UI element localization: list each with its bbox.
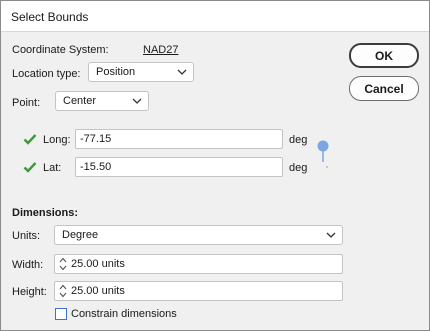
long-value: -77.15 xyxy=(80,133,112,145)
width-label: Width: xyxy=(12,259,44,271)
select-bounds-dialog: Select Bounds Coordinate System: NAD27 L… xyxy=(0,0,430,331)
ok-button-label: OK xyxy=(375,49,393,63)
height-label: Height: xyxy=(12,286,47,298)
long-label: Long: xyxy=(43,134,71,146)
coordinate-system-label: Coordinate System: xyxy=(12,44,109,56)
long-input[interactable]: -77.15 xyxy=(75,129,283,149)
lat-value: -15.50 xyxy=(80,161,112,173)
check-icon xyxy=(23,134,37,145)
dialog-title: Select Bounds xyxy=(11,10,89,24)
point-label: Point: xyxy=(12,97,41,109)
height-value: 25.00 units xyxy=(71,285,125,297)
lat-label: Lat: xyxy=(43,162,62,174)
location-type-value: Position xyxy=(96,66,136,78)
location-type-label: Location type: xyxy=(12,68,81,80)
width-spinbox[interactable]: 25.00 units xyxy=(54,254,343,274)
height-spinbox[interactable]: 25.00 units xyxy=(54,281,343,301)
chevron-down-icon xyxy=(326,232,336,238)
units-value: Degree xyxy=(62,229,99,241)
check-icon xyxy=(23,162,37,173)
point-value: Center xyxy=(63,95,97,107)
width-value: 25.00 units xyxy=(71,258,125,270)
lat-unit: deg xyxy=(289,162,308,174)
constrain-dimensions-checkbox[interactable] xyxy=(55,308,67,320)
title-bar: Select Bounds xyxy=(1,1,429,32)
long-unit: deg xyxy=(289,134,308,146)
chevron-down-icon xyxy=(132,98,142,104)
chevron-down-icon xyxy=(177,69,187,75)
dimensions-heading: Dimensions: xyxy=(12,207,79,219)
lat-input[interactable]: -15.50 xyxy=(75,157,283,177)
cancel-button[interactable]: Cancel xyxy=(349,76,419,101)
point-dropdown[interactable]: Center xyxy=(55,91,149,111)
constrain-dimensions-label[interactable]: Constrain dimensions xyxy=(71,308,177,320)
map-pin-icon[interactable] xyxy=(316,140,330,170)
units-label: Units: xyxy=(12,230,41,242)
spin-arrows-icon[interactable] xyxy=(58,283,68,299)
ok-button[interactable]: OK xyxy=(349,43,419,68)
spin-arrows-icon[interactable] xyxy=(58,256,68,272)
location-type-dropdown[interactable]: Position xyxy=(88,62,194,82)
cancel-button-label: Cancel xyxy=(364,82,404,96)
coordinate-system-link[interactable]: NAD27 xyxy=(143,44,178,56)
units-dropdown[interactable]: Degree xyxy=(54,225,343,245)
